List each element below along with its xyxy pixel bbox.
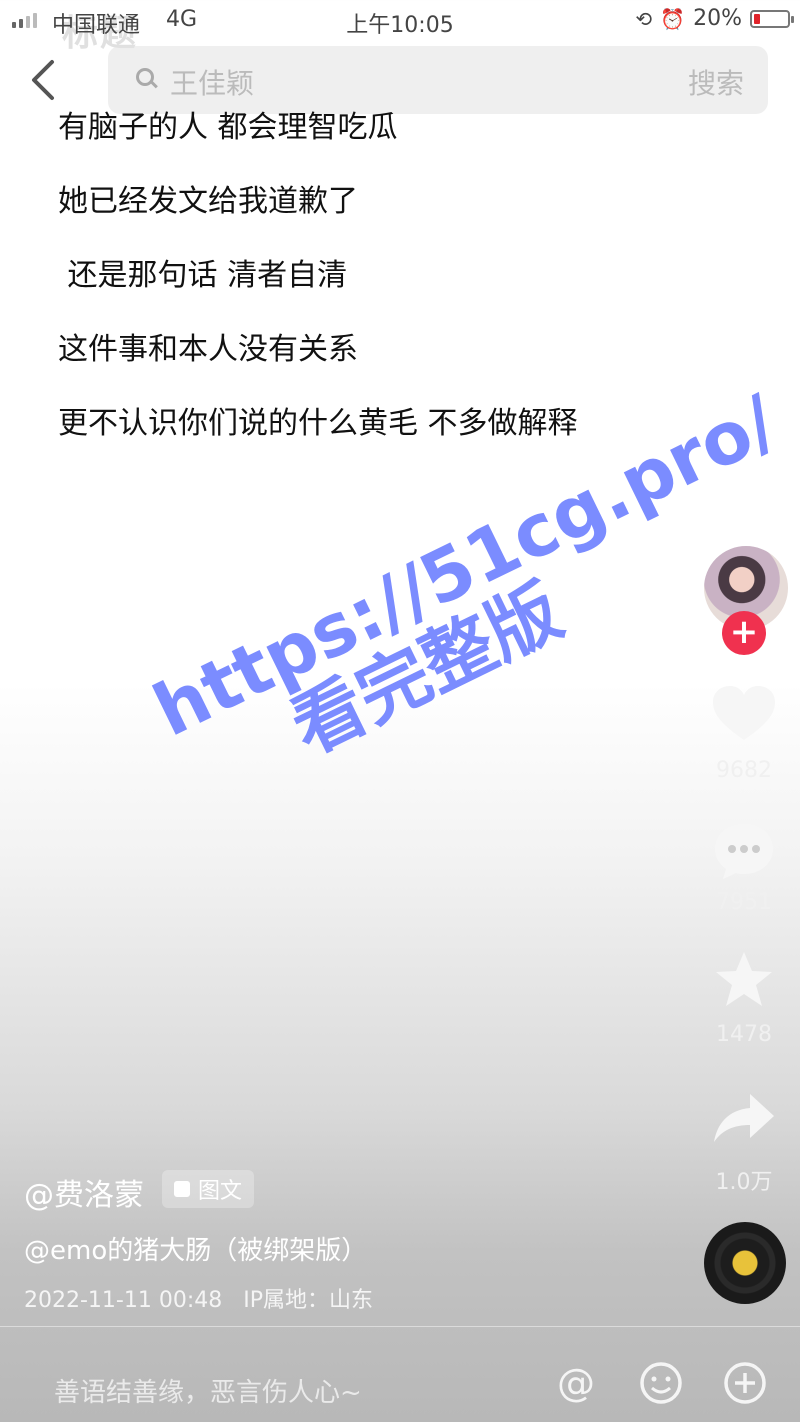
alarm-icon: ⏰ (660, 6, 686, 31)
at-mention-icon[interactable]: @ (553, 1360, 599, 1406)
favorite-button[interactable] (700, 950, 788, 1014)
watermark: https://51cg.pro/ 看完整版 (141, 379, 789, 818)
follow-button[interactable]: + (722, 611, 766, 655)
post-text-line: 有脑子的人 都会理智吃瓜 (58, 110, 398, 145)
battery-fill (754, 13, 761, 24)
add-icon[interactable] (722, 1360, 768, 1406)
heart-icon (713, 686, 775, 740)
status-bar: 标题 中国联通 4G 上午10:05 ⟲ ⏰ 20% (0, 0, 800, 54)
image-post-icon (174, 1181, 190, 1197)
share-button[interactable] (700, 1090, 788, 1150)
author-name[interactable]: @费洛蒙 (24, 1170, 144, 1214)
post-type-tag: 图文 (162, 1170, 255, 1208)
share-count: 1.0万 (715, 1170, 773, 1195)
comment-icon (715, 824, 773, 879)
comment-input[interactable]: 善语结善缘，恶言伤人心~ (54, 1372, 362, 1409)
share-icon (714, 1094, 774, 1142)
search-button[interactable]: 搜索 (688, 62, 744, 102)
post-meta: 2022-11-11 00:48 IP属地：山东 (24, 1282, 373, 1314)
post-text-line: 更不认识你们说的什么黄毛 不多做解释 (58, 406, 578, 441)
back-icon[interactable] (28, 58, 68, 106)
music-disc-icon[interactable] (704, 1222, 786, 1304)
post-text-line: 这件事和本人没有关系 (58, 332, 358, 367)
comment-button[interactable] (700, 820, 788, 886)
favorite-count: 1478 (716, 1022, 772, 1047)
comment-count: 7951 (716, 890, 772, 915)
mention-text[interactable]: @emo的猪大肠（被绑架版） (24, 1230, 367, 1267)
battery-icon (750, 9, 794, 28)
like-count: 9682 (716, 758, 772, 783)
post-text-line: 还是那句话 清者自清 (58, 258, 348, 293)
divider (0, 1326, 800, 1327)
emoji-icon[interactable] (638, 1360, 684, 1406)
ip-location: IP属地：山东 (243, 1288, 374, 1313)
post-text-line: 她已经发文给我道歉了 (58, 184, 358, 219)
battery-percent: 20% (693, 6, 742, 31)
like-button[interactable] (700, 684, 788, 748)
star-icon (716, 952, 772, 1006)
rotation-lock-icon: ⟲ (635, 6, 653, 31)
post-type-label: 图文 (198, 1179, 243, 1204)
search-icon (136, 68, 154, 86)
search-input[interactable]: 王佳颖 (170, 62, 254, 102)
post-datetime: 2022-11-11 00:48 (24, 1288, 223, 1313)
status-right: ⟲ ⏰ 20% (635, 6, 794, 31)
